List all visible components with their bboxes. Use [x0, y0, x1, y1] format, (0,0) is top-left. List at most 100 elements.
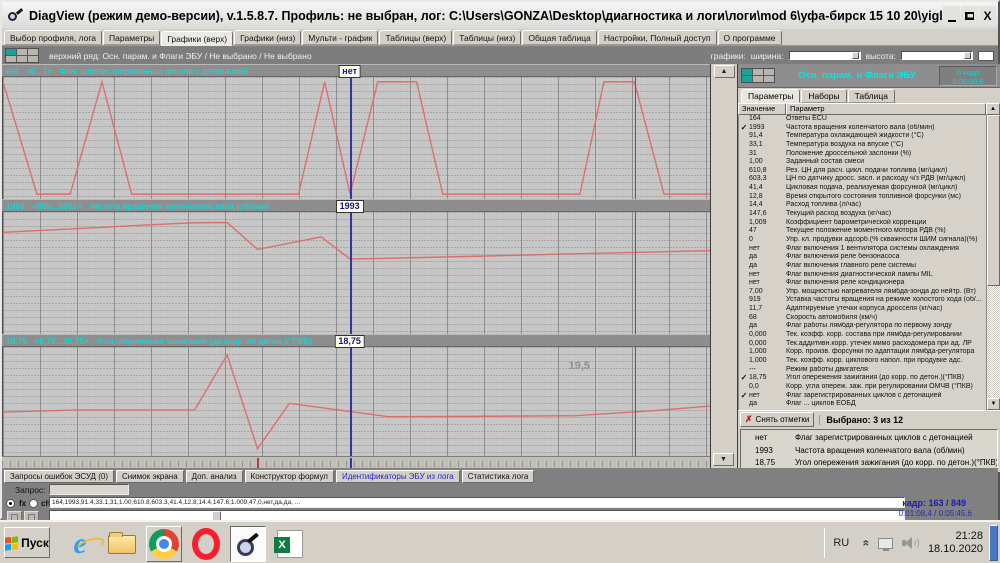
- param-row[interactable]: 147,6Текущий расход воздуха (кг/час): [739, 210, 1000, 219]
- param-row[interactable]: 1,009Коэффициент барометрической коррекц…: [739, 219, 1000, 228]
- mtab-5[interactable]: Таблицы (верх): [379, 30, 452, 45]
- btab-4[interactable]: Идентификаторы ЭБУ из лога: [336, 470, 460, 483]
- param-row[interactable]: 91,4Температура охлаждающей жидкости (°C…: [739, 132, 1000, 141]
- param-row[interactable]: даФлаг работы лямбда-регулятора по перво…: [739, 322, 1000, 331]
- parameter-column-header[interactable]: Параметр: [786, 103, 986, 115]
- language-indicator[interactable]: RU: [833, 537, 849, 549]
- list-scroll-up-icon[interactable]: ▲: [986, 103, 1000, 115]
- frame-values-input[interactable]: [49, 497, 905, 508]
- param-row[interactable]: 68Скорость автомобиля (км/ч): [739, 314, 1000, 323]
- chart2-plot[interactable]: [2, 212, 710, 334]
- mtab-0[interactable]: Выбор профиля, лога: [4, 30, 102, 45]
- param-row[interactable]: даФлаг ... циклов ЕОБД: [739, 400, 1000, 409]
- param-row[interactable]: 610,8Рез. ЦН для расч. цикл. подачи топл…: [739, 167, 1000, 176]
- param-row[interactable]: 164Ответы ECU: [739, 115, 1000, 124]
- minimize-button[interactable]: [943, 6, 960, 26]
- panel-layout-icon[interactable]: [741, 68, 775, 83]
- param-row[interactable]: 12,8Время открытого состояния топливной …: [739, 193, 1000, 202]
- graph-width-slider[interactable]: [789, 51, 861, 60]
- param-row[interactable]: 0Упр. кл. продувки адсорб.(% скважности …: [739, 236, 1000, 245]
- internet-explorer-icon[interactable]: e: [62, 526, 98, 562]
- scroll-down-icon[interactable]: ▼: [713, 453, 734, 466]
- param-row[interactable]: нетФлаг включения 1 вентилятора системы …: [739, 245, 1000, 254]
- param-row[interactable]: 41,4Цикловая подача, реализуемая форсунк…: [739, 184, 1000, 193]
- tab-parameters[interactable]: Параметры: [741, 89, 800, 103]
- param-row[interactable]: 919Уставка частоты вращения на режиме хо…: [739, 296, 1000, 305]
- timeline-cursor-tick[interactable]: [350, 458, 352, 468]
- mtab-7[interactable]: Общая таблица: [522, 30, 596, 45]
- tab-sets[interactable]: Наборы: [801, 89, 846, 103]
- chart3-plot[interactable]: 19,5: [2, 347, 710, 456]
- chart-scrollbar[interactable]: ▲ ▼: [710, 64, 737, 468]
- chevron-up-icon[interactable]: «: [860, 540, 874, 547]
- row-layout-icon[interactable]: [5, 48, 39, 63]
- show-desktop-button[interactable]: [989, 525, 998, 561]
- mtab-8[interactable]: Настройки, Полный доступ: [598, 30, 717, 45]
- volume-icon[interactable]: [902, 536, 920, 550]
- scrollbar-thumb[interactable]: [987, 115, 1000, 286]
- param-row[interactable]: 1,000Корр. произв. форсунки по адаптации…: [739, 348, 1000, 357]
- param-row[interactable]: 7,00Упр. мощностью нагревателя лямбда-зо…: [739, 288, 1000, 297]
- param-row[interactable]: 14,4Расход топлива (л/час): [739, 201, 1000, 210]
- query-input[interactable]: [49, 484, 129, 495]
- file-explorer-icon[interactable]: [104, 526, 140, 562]
- param-row[interactable]: 1,000Тек. коэфф. корр. циклового напол. …: [739, 357, 1000, 366]
- diagview-icon[interactable]: [230, 526, 266, 562]
- btab-3[interactable]: Конструктор формул: [245, 470, 334, 483]
- param-row[interactable]: 0,000Тек. коэфф. корр. состава при лямбд…: [739, 331, 1000, 340]
- param-row[interactable]: даФлаг включения главного реле системы: [739, 262, 1000, 271]
- fx-radio[interactable]: [6, 499, 15, 508]
- graph-width-slider-thumb[interactable]: [852, 52, 859, 59]
- mtab-6[interactable]: Таблицы (низ): [453, 30, 521, 45]
- fx-radio-label[interactable]: fx: [19, 499, 26, 508]
- selected-row: 1993Частота вращения коленчатого вала (о…: [741, 445, 997, 458]
- graph-height-value-box[interactable]: [978, 51, 994, 61]
- param-row[interactable]: 0,000Тек.аддитивн.корр. утечек мимо расх…: [739, 340, 1000, 349]
- chart1-plot[interactable]: [2, 77, 710, 199]
- excel-icon[interactable]: X: [272, 526, 308, 562]
- param-row[interactable]: даФлаг включения реле бензонасоса: [739, 253, 1000, 262]
- param-row[interactable]: ✓1993Частота вращения коленчатого вала (…: [739, 124, 1000, 133]
- network-icon[interactable]: [878, 538, 893, 549]
- clear-marks-button[interactable]: ✗ Снять отметки: [740, 412, 814, 427]
- param-row[interactable]: 31Положение дроссельной заслонки (%): [739, 150, 1000, 159]
- param-row[interactable]: 1,00Заданный состав смеси: [739, 158, 1000, 167]
- param-row[interactable]: 0,0Корр. угла опереж. заж. при регулиров…: [739, 383, 1000, 392]
- btab-1[interactable]: Снимок экрана: [116, 470, 184, 483]
- scroll-up-icon[interactable]: ▲: [714, 65, 735, 78]
- clock[interactable]: 21:28 18.10.2020: [928, 530, 983, 556]
- param-row[interactable]: 11,7Адаптируемые утечки корпуса дросселя…: [739, 305, 1000, 314]
- param-row[interactable]: нетФлаг включения реле кондиционера: [739, 279, 1000, 288]
- tab-table[interactable]: Таблица: [848, 89, 895, 103]
- ch-radio[interactable]: [29, 499, 38, 508]
- mtab-9[interactable]: О программе: [718, 30, 782, 45]
- param-row[interactable]: ✓нетФлаг зарегистрированных циклов с дет…: [739, 392, 1000, 401]
- param-row[interactable]: 603,3ЦН по датчику дросс. засл. и расход…: [739, 175, 1000, 184]
- list-scroll-down-icon[interactable]: ▼: [987, 398, 1000, 410]
- chrome-icon[interactable]: [146, 526, 182, 562]
- mtab-2[interactable]: Графики (верх): [161, 31, 233, 46]
- close-button[interactable]: X: [979, 6, 996, 26]
- value-column-header[interactable]: Значение: [738, 103, 786, 115]
- btab-0[interactable]: Запросы ошибок ЭСУД (0): [4, 470, 114, 483]
- mtab-3[interactable]: Графики (низ): [234, 30, 301, 45]
- btab-2[interactable]: Доп. анализ: [186, 470, 243, 483]
- graph-height-slider[interactable]: [901, 51, 973, 60]
- param-row[interactable]: 33,1Температура воздуха на впуске (°C): [739, 141, 1000, 150]
- start-button[interactable]: Пуск: [4, 527, 50, 558]
- chart-cursor-line[interactable]: [350, 347, 352, 456]
- mtab-1[interactable]: Параметры: [103, 30, 160, 45]
- param-list-scrollbar[interactable]: ▼: [986, 115, 1000, 410]
- mtab-4[interactable]: Мульти - график: [302, 30, 378, 45]
- graph-height-slider-thumb[interactable]: [964, 52, 971, 59]
- restore-button[interactable]: [961, 6, 978, 26]
- btab-5[interactable]: Статистика лога: [462, 470, 535, 483]
- param-row[interactable]: нетФлаг включения диагностической лампы …: [739, 271, 1000, 280]
- chart-cursor-line[interactable]: [350, 212, 352, 334]
- chart-marker-line: [635, 77, 636, 199]
- chart-cursor-line[interactable]: [350, 77, 352, 199]
- param-row[interactable]: ✓18,75Угол опережения зажигания (до корр…: [739, 374, 1000, 383]
- param-row[interactable]: ---Режим работы двигателя: [739, 366, 1000, 375]
- opera-icon[interactable]: [188, 526, 224, 562]
- param-row[interactable]: 47Текущее положение моментного мотора РД…: [739, 227, 1000, 236]
